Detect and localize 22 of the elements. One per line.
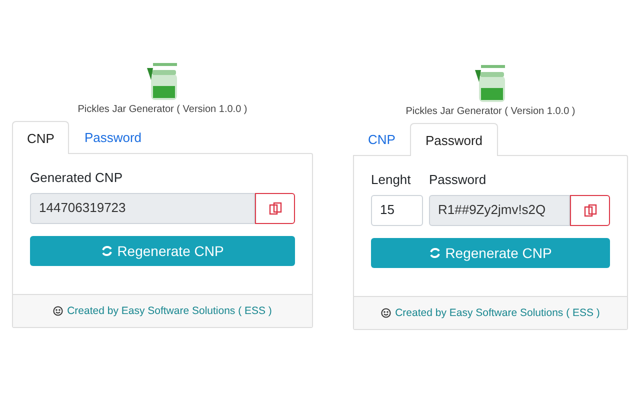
copy-button[interactable] <box>255 193 295 224</box>
tab[interactable]: Password <box>410 123 498 156</box>
refresh-icon <box>429 247 442 259</box>
tab[interactable]: CNP <box>12 121 70 154</box>
field-label: Generated CNP <box>30 170 124 185</box>
copy-icon <box>584 204 596 217</box>
regenerate-button[interactable]: Regenerate CNP <box>30 236 295 266</box>
smiley-icon <box>53 306 64 316</box>
smiley-icon <box>381 308 392 318</box>
copy-icon <box>268 202 282 215</box>
tab[interactable]: Password <box>69 121 157 153</box>
tab[interactable]: CNP <box>353 123 410 155</box>
regenerate-button[interactable]: Regenerate CNP <box>371 238 610 268</box>
password-field[interactable]: R1##9Zy2jmv!s2Q <box>429 195 570 226</box>
field-label: Lenght <box>371 172 412 187</box>
copy-button[interactable] <box>570 195 610 226</box>
refresh-icon <box>101 245 114 257</box>
length-field[interactable]: 15 <box>371 195 423 226</box>
cnp-field[interactable]: 144706319723 <box>30 193 255 224</box>
field-label: Password <box>429 172 488 187</box>
app-title: Pickles Jar Generator ( Version 1.0.0 ) <box>78 104 248 115</box>
app-title: Pickles Jar Generator ( Version 1.0.0 ) <box>406 106 576 117</box>
